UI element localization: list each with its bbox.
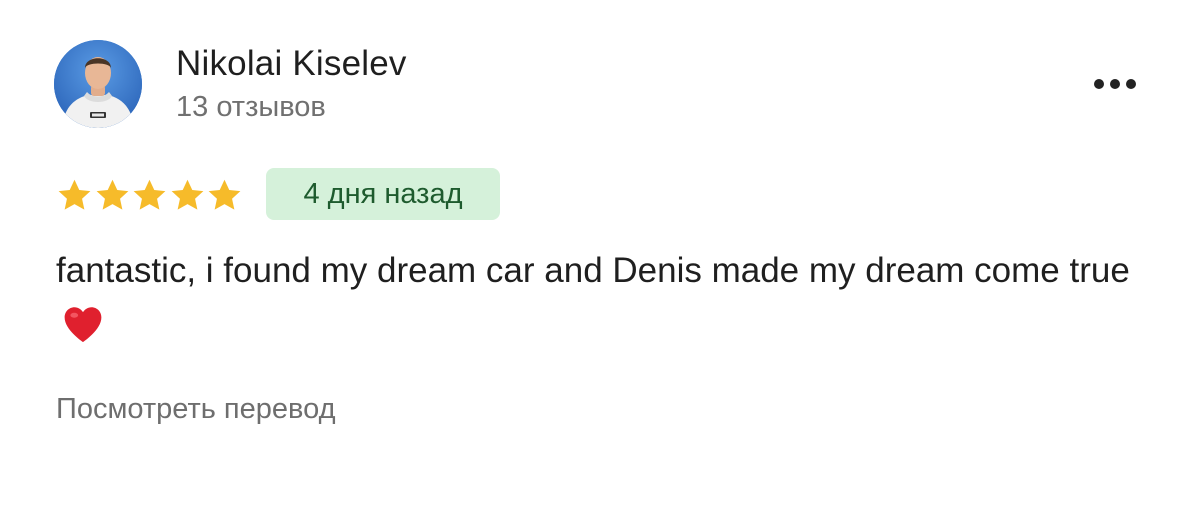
star-icon [94,177,131,214]
review-text: fantastic, i found my dream car and Deni… [56,251,1130,290]
avatar[interactable] [54,40,142,128]
more-options-icon-dot [1094,79,1104,89]
review-text-block: fantastic, i found my dream car and Deni… [56,244,1146,360]
review-count: 13 отзывов [176,91,326,123]
more-options-icon-dot [1110,79,1120,89]
author-name[interactable]: Nikolai Kiselev [176,44,407,84]
star-icon [131,177,168,214]
heart-icon [62,304,104,360]
star-icon [169,177,206,214]
more-options-button[interactable] [1082,66,1148,102]
show-translation-link[interactable]: Посмотреть перевод [56,392,336,426]
star-rating [56,176,244,214]
star-icon [206,177,243,214]
star-icon [56,177,93,214]
review-date-badge: 4 дня назад [266,168,500,220]
more-options-icon-dot [1126,79,1136,89]
